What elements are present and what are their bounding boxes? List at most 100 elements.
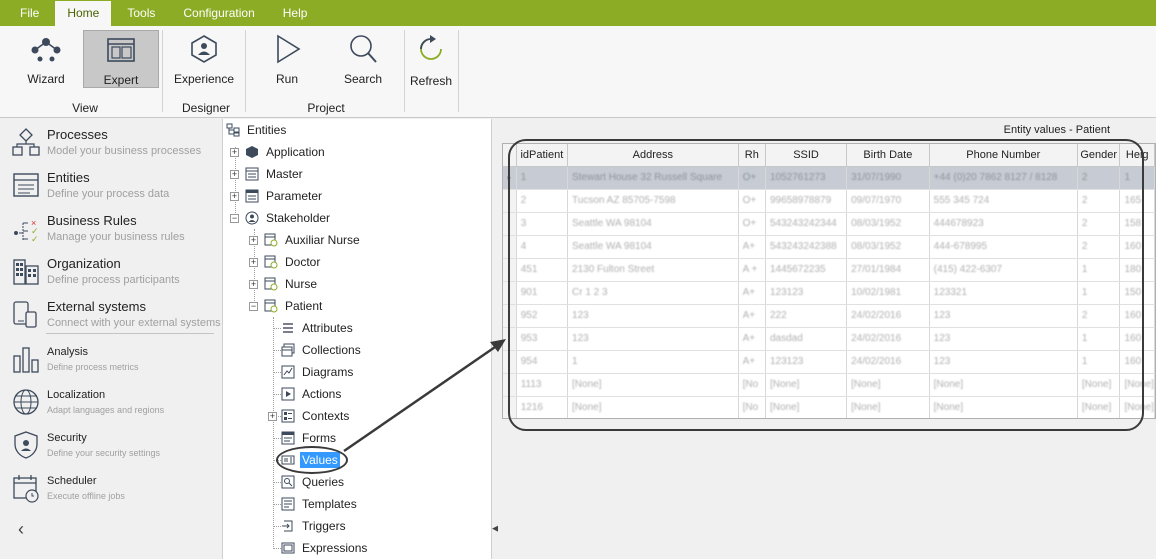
table-cell[interactable]: 444-678995 <box>929 235 1078 259</box>
row-indicator[interactable] <box>503 281 517 305</box>
table-cell[interactable]: [None] <box>765 396 848 418</box>
table-cell[interactable]: 3 <box>516 212 569 236</box>
table-cell[interactable]: 123123 <box>765 350 848 374</box>
table-cell[interactable]: 1 <box>1077 258 1121 282</box>
table-cell[interactable]: 1 <box>1077 327 1121 351</box>
menu-home[interactable]: Home <box>55 1 112 26</box>
tree-node-auxiliar-nurse[interactable]: + Auxiliar Nurse <box>249 230 362 250</box>
collapse-icon[interactable]: − <box>230 213 239 223</box>
table-cell[interactable]: 543243242388 <box>765 235 848 259</box>
table-cell[interactable]: 2 <box>516 189 569 213</box>
table-cell[interactable]: A+ <box>738 235 766 259</box>
nav-organization[interactable]: Organization Define process participants <box>10 252 220 292</box>
table-cell[interactable]: A+ <box>738 281 766 305</box>
row-indicator[interactable] <box>503 304 517 328</box>
table-cell[interactable]: 1216 <box>516 396 569 418</box>
collapse-nav-chevron-icon[interactable]: ‹ <box>18 519 24 540</box>
table-cell[interactable]: [None] <box>929 373 1078 397</box>
table-cell[interactable]: 953 <box>516 327 569 351</box>
table-row[interactable]: 1113 [None] [No [None] [None] [None] [None] [No… <box>503 373 1155 397</box>
table-cell[interactable]: A+ <box>738 350 766 374</box>
table-cell[interactable]: 952 <box>516 304 569 328</box>
tree-node-triggers[interactable]: Triggers <box>281 516 348 536</box>
table-cell[interactable]: 123321 <box>929 281 1078 305</box>
table-cell[interactable]: [None] <box>846 396 930 418</box>
table-cell[interactable]: [None] <box>846 373 930 397</box>
nav-localization[interactable]: Localization Adapt languages and regions <box>10 383 220 423</box>
table-row[interactable]: 3 Seattle WA 98104 O+ 543243242344 08/03/195… <box>503 212 1155 236</box>
table-cell[interactable]: 123 <box>567 327 739 351</box>
table-cell[interactable]: 1 <box>1077 281 1121 305</box>
row-indicator[interactable] <box>503 373 517 397</box>
table-cell[interactable]: 24/02/2016 <box>846 304 930 328</box>
tree-node-parameter[interactable]: + Parameter <box>230 186 324 206</box>
row-indicator[interactable] <box>503 189 517 213</box>
menu-help[interactable]: Help <box>271 0 320 26</box>
table-cell[interactable]: 160 <box>1119 235 1155 259</box>
column-header[interactable]: Gender <box>1077 144 1121 167</box>
expand-icon[interactable]: + <box>268 411 277 421</box>
table-cell[interactable]: 150 <box>1119 281 1155 305</box>
table-cell[interactable]: 555 345 724 <box>929 189 1078 213</box>
expand-icon[interactable]: + <box>249 257 258 267</box>
table-cell[interactable]: 99658978879 <box>765 189 848 213</box>
tree-node-templates[interactable]: Templates <box>281 494 359 514</box>
table-cell[interactable]: +44 (0)20 7862 8127 / 8128 <box>929 166 1078 190</box>
table-row[interactable]: ▸ 1 Stewart House 32 Russell Square O+ 10527… <box>503 166 1155 190</box>
table-cell[interactable]: [None] <box>765 373 848 397</box>
nav-business-rules[interactable]: × ✓ ✓ Business Rules Manage your business … <box>10 209 220 249</box>
nav-security[interactable]: Security Define your security settings <box>10 426 220 466</box>
table-cell[interactable]: 451 <box>516 258 569 282</box>
menu-file[interactable]: File <box>0 0 51 26</box>
table-cell[interactable]: 2 <box>1077 189 1121 213</box>
expand-icon[interactable]: + <box>230 169 239 179</box>
table-row[interactable]: 952 123 A+ 222 24/02/2016 123 2 160 <box>503 304 1155 328</box>
menu-configuration[interactable]: Configuration <box>171 0 266 26</box>
table-cell[interactable]: A+ <box>738 327 766 351</box>
tree-node-values[interactable]: Values <box>281 450 340 470</box>
table-cell[interactable]: 1 <box>567 350 739 374</box>
nav-external-systems[interactable]: External systems Connect with your exter… <box>10 295 221 335</box>
tree-node-expressions[interactable]: Expressions <box>281 538 369 558</box>
table-cell[interactable]: 1 <box>1119 166 1155 190</box>
table-cell[interactable]: Seattle WA 98104 <box>567 212 739 236</box>
table-cell[interactable]: 2 <box>1077 235 1121 259</box>
table-cell[interactable]: 31/07/1990 <box>846 166 930 190</box>
table-cell[interactable]: Cr 1 2 3 <box>567 281 739 305</box>
tree-node-nurse[interactable]: + Nurse <box>249 274 319 294</box>
table-cell[interactable]: [None] <box>929 396 1078 418</box>
expand-icon[interactable]: + <box>249 279 258 289</box>
table-cell[interactable]: 123 <box>567 304 739 328</box>
expand-icon[interactable]: + <box>230 191 239 201</box>
table-row[interactable]: 1216 [None] [No [None] [None] [None] [None] [No… <box>503 396 1155 418</box>
table-cell[interactable]: 123 <box>929 327 1078 351</box>
table-row[interactable]: 954 1 A+ 123123 24/02/2016 123 1 160 <box>503 350 1155 374</box>
table-cell[interactable]: 2130 Fulton Street <box>567 258 739 282</box>
table-cell[interactable]: 160 <box>1119 327 1155 351</box>
table-cell[interactable]: 543243242344 <box>765 212 848 236</box>
search-button[interactable]: Search <box>325 30 401 88</box>
table-cell[interactable]: 24/02/2016 <box>846 350 930 374</box>
table-cell[interactable]: 1113 <box>516 373 569 397</box>
table-cell[interactable]: O+ <box>738 189 766 213</box>
table-cell[interactable]: dasdad <box>765 327 848 351</box>
column-header[interactable]: SSID <box>765 144 848 167</box>
table-cell[interactable]: 2 <box>1077 304 1121 328</box>
experience-button[interactable]: Experience <box>166 30 242 88</box>
nav-analysis[interactable]: Analysis Define process metrics <box>10 340 220 380</box>
tree-node-contexts[interactable]: + Contexts <box>268 406 351 426</box>
row-indicator[interactable] <box>503 212 517 236</box>
expand-icon[interactable]: + <box>230 147 239 157</box>
table-cell[interactable]: O+ <box>738 212 766 236</box>
table-cell[interactable]: 09/07/1970 <box>846 189 930 213</box>
column-header[interactable]: Birth Date <box>846 144 930 167</box>
row-indicator[interactable]: ▸ <box>503 166 517 190</box>
table-cell[interactable]: O+ <box>738 166 766 190</box>
tree-node-collections[interactable]: Collections <box>281 340 363 360</box>
table-cell[interactable]: 1 <box>1077 350 1121 374</box>
table-cell[interactable]: 4 <box>516 235 569 259</box>
table-cell[interactable]: 123 <box>929 350 1078 374</box>
row-indicator[interactable] <box>503 350 517 374</box>
table-cell[interactable]: 444678923 <box>929 212 1078 236</box>
column-header[interactable]: Heig <box>1119 144 1155 167</box>
